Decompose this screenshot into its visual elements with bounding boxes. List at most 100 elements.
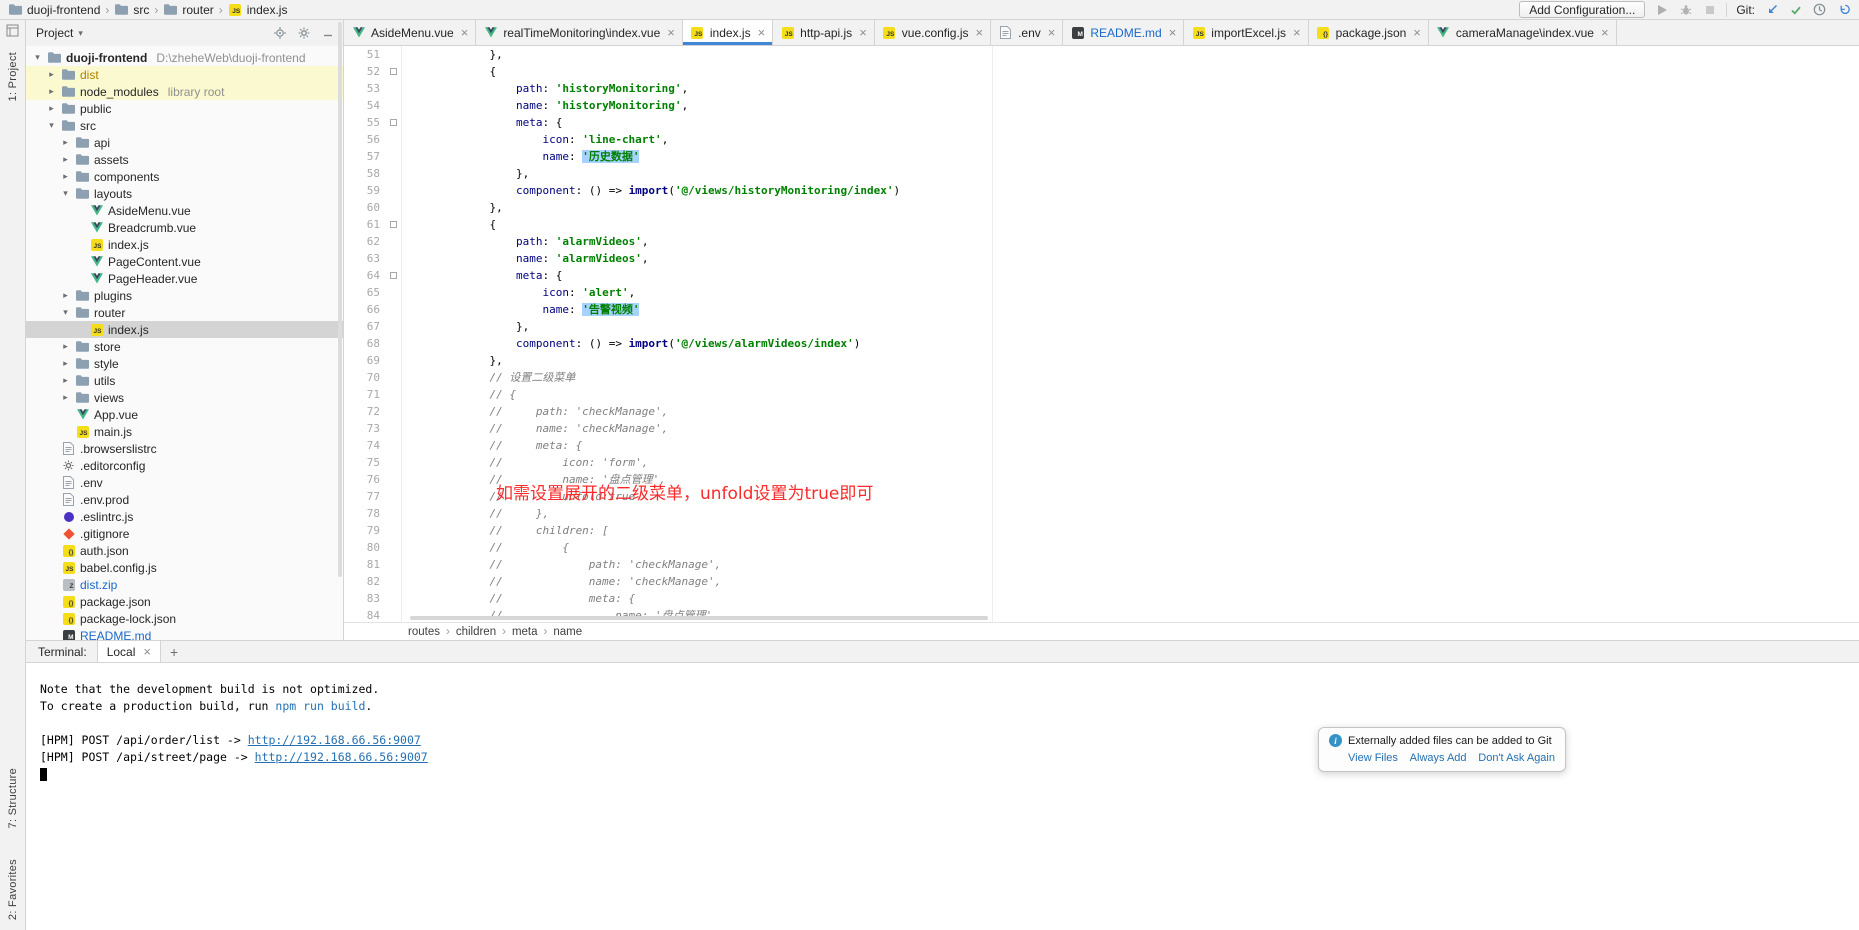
- close-icon[interactable]: ×: [859, 26, 867, 39]
- tree-item[interactable]: .editorconfig: [26, 457, 343, 474]
- code-line[interactable]: 82 // name: 'checkManage',: [344, 573, 1859, 590]
- tree-item[interactable]: Breadcrumb.vue: [26, 219, 343, 236]
- chevron-right-icon[interactable]: ▸: [46, 86, 57, 97]
- code-line[interactable]: 65 icon: 'alert',: [344, 284, 1859, 301]
- editor-breadcrumb-item[interactable]: routes: [408, 626, 440, 638]
- close-icon[interactable]: ×: [667, 26, 675, 39]
- tree-item[interactable]: ▸components: [26, 168, 343, 185]
- editor-tab[interactable]: JShttp-api.js×: [773, 20, 875, 45]
- terminal-link[interactable]: http://192.168.66.56:9007: [255, 750, 428, 764]
- tree-item[interactable]: MREADME.md: [26, 627, 343, 640]
- code-line[interactable]: 53 path: 'historyMonitoring',: [344, 80, 1859, 97]
- breadcrumb-item[interactable]: JSindex.js: [226, 3, 290, 17]
- chevron-right-icon[interactable]: ▸: [60, 137, 71, 148]
- tool-window-layout-icon[interactable]: [6, 24, 19, 40]
- code-line[interactable]: 56 icon: 'line-chart',: [344, 131, 1859, 148]
- code-line[interactable]: 62 path: 'alarmVideos',: [344, 233, 1859, 250]
- debug-bug-icon[interactable]: [1678, 2, 1693, 17]
- tree-item[interactable]: ▸api: [26, 134, 343, 151]
- terminal-output[interactable]: Note that the development build is not o…: [26, 663, 1859, 930]
- tree-item[interactable]: .gitignore: [26, 525, 343, 542]
- code-line[interactable]: 78 // },: [344, 505, 1859, 522]
- chevron-down-icon[interactable]: ▾: [32, 52, 43, 63]
- code-line[interactable]: 64 meta: {: [344, 267, 1859, 284]
- tree-item[interactable]: ▸public: [26, 100, 343, 117]
- breadcrumb-item[interactable]: duoji-frontend: [6, 3, 102, 17]
- chevron-right-icon[interactable]: ▸: [46, 103, 57, 114]
- code-line[interactable]: 51 },: [344, 46, 1859, 63]
- code-line[interactable]: 67 },: [344, 318, 1859, 335]
- tree-item[interactable]: PageHeader.vue: [26, 270, 343, 287]
- close-icon[interactable]: ×: [758, 26, 766, 39]
- git-commit-check-icon[interactable]: [1788, 2, 1803, 17]
- fold-icon[interactable]: [390, 272, 397, 279]
- project-scrollbar[interactable]: [338, 22, 342, 577]
- chevron-right-icon[interactable]: ▸: [60, 358, 71, 369]
- code-line[interactable]: 69 },: [344, 352, 1859, 369]
- code-line[interactable]: 58 },: [344, 165, 1859, 182]
- code-line[interactable]: 54 name: 'historyMonitoring',: [344, 97, 1859, 114]
- close-icon[interactable]: ×: [1601, 26, 1609, 39]
- tree-item[interactable]: ▸style: [26, 355, 343, 372]
- tree-item[interactable]: ▸store: [26, 338, 343, 355]
- editor-tab[interactable]: MREADME.md×: [1063, 20, 1184, 45]
- code-line[interactable]: 72 // path: 'checkManage',: [344, 403, 1859, 420]
- tree-item[interactable]: .eslintrc.js: [26, 508, 343, 525]
- code-line[interactable]: 57 name: '历史数据': [344, 148, 1859, 165]
- editor-breadcrumb-item[interactable]: meta: [512, 626, 538, 638]
- tree-item[interactable]: AsideMenu.vue: [26, 202, 343, 219]
- editor-tab[interactable]: {}package.json×: [1309, 20, 1429, 45]
- notification-action[interactable]: View Files: [1348, 752, 1398, 764]
- terminal-cursor[interactable]: [40, 768, 47, 781]
- horizontal-scrollbar[interactable]: [410, 616, 988, 620]
- git-update-icon[interactable]: [1764, 2, 1779, 17]
- tree-item[interactable]: .browserslistrc: [26, 440, 343, 457]
- tree-item[interactable]: {}auth.json: [26, 542, 343, 559]
- tree-item[interactable]: ▾duoji-frontendD:\zheheWeb\duoji-fronten…: [26, 49, 343, 66]
- fold-icon[interactable]: [390, 221, 397, 228]
- close-icon[interactable]: ×: [461, 26, 469, 39]
- tree-item[interactable]: ▾layouts: [26, 185, 343, 202]
- close-icon[interactable]: ×: [1413, 26, 1421, 39]
- fold-icon[interactable]: [390, 68, 397, 75]
- chevron-right-icon[interactable]: ▸: [60, 154, 71, 165]
- chevron-right-icon[interactable]: ▸: [60, 375, 71, 386]
- close-icon[interactable]: ×: [143, 645, 151, 658]
- chevron-down-icon[interactable]: ▾: [78, 28, 83, 39]
- editor-tab[interactable]: JSvue.config.js×: [875, 20, 991, 45]
- chevron-down-icon[interactable]: ▾: [46, 120, 57, 131]
- tree-item[interactable]: JSbabel.config.js: [26, 559, 343, 576]
- tree-item[interactable]: ▸views: [26, 389, 343, 406]
- terminal-tab-local[interactable]: Local ×: [97, 641, 161, 662]
- tree-item[interactable]: App.vue: [26, 406, 343, 423]
- tree-item[interactable]: ▸assets: [26, 151, 343, 168]
- tree-item[interactable]: Zdist.zip: [26, 576, 343, 593]
- code-line[interactable]: 60 },: [344, 199, 1859, 216]
- editor-tab[interactable]: AsideMenu.vue×: [344, 20, 476, 45]
- editor-breadcrumb-item[interactable]: children: [456, 626, 496, 638]
- code-line[interactable]: 74 // meta: {: [344, 437, 1859, 454]
- breadcrumb-item[interactable]: router: [161, 3, 215, 17]
- history-clock-icon[interactable]: [1812, 2, 1827, 17]
- tree-item[interactable]: JSindex.js: [26, 321, 343, 338]
- code-line[interactable]: 59 component: () => import('@/views/hist…: [344, 182, 1859, 199]
- tree-item[interactable]: ▾router: [26, 304, 343, 321]
- editor-tab[interactable]: realTimeMonitoring\index.vue×: [476, 20, 683, 45]
- stop-icon[interactable]: [1702, 2, 1717, 17]
- close-icon[interactable]: ×: [975, 26, 983, 39]
- editor-tab[interactable]: .env×: [991, 20, 1063, 45]
- chevron-right-icon[interactable]: ▸: [60, 392, 71, 403]
- close-icon[interactable]: ×: [1169, 26, 1177, 39]
- editor-tab[interactable]: JSindex.js×: [683, 20, 773, 45]
- chevron-right-icon[interactable]: ▸: [60, 341, 71, 352]
- tree-item[interactable]: ▾src: [26, 117, 343, 134]
- editor-tab[interactable]: JSimportExcel.js×: [1184, 20, 1308, 45]
- tool-window-button[interactable]: 7: Structure: [7, 768, 19, 828]
- tree-item[interactable]: .env.prod: [26, 491, 343, 508]
- run-play-icon[interactable]: [1654, 2, 1669, 17]
- tree-item[interactable]: ▸utils: [26, 372, 343, 389]
- new-terminal-plus-icon[interactable]: +: [161, 644, 187, 660]
- code-line[interactable]: 80 // {: [344, 539, 1859, 556]
- tree-item[interactable]: ▸node_moduleslibrary root: [26, 83, 343, 100]
- project-panel-title[interactable]: Project: [36, 26, 73, 40]
